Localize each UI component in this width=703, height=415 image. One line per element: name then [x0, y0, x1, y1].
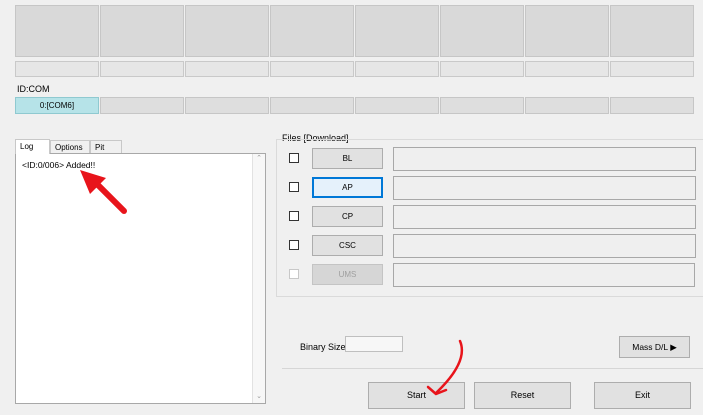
reset-button[interactable]: Reset [474, 382, 571, 409]
progress-bar-4 [270, 61, 354, 77]
log-scrollbar[interactable]: ⌃ ⌄ [252, 154, 265, 403]
progress-bar-5 [355, 61, 439, 77]
device-slot-3 [185, 5, 269, 57]
binary-size-label: Binary Size [300, 342, 346, 352]
cp-path-field[interactable] [393, 205, 696, 229]
csc-path-field[interactable] [393, 234, 696, 258]
log-text: <ID:0/006> Added!! [22, 160, 96, 170]
cp-button[interactable]: CP [312, 206, 383, 227]
ums-path-field[interactable] [393, 263, 695, 287]
log-panel: <ID:0/006> Added!! ⌃ ⌄ [15, 153, 266, 404]
cp-checkbox[interactable] [289, 211, 299, 221]
ums-button[interactable]: UMS [312, 264, 383, 285]
bl-button[interactable]: BL [312, 148, 383, 169]
device-slot-8 [610, 5, 694, 57]
scroll-down-icon[interactable]: ⌄ [253, 392, 265, 401]
csc-checkbox[interactable] [289, 240, 299, 250]
progress-bar-7 [525, 61, 609, 77]
exit-button[interactable]: Exit [594, 382, 691, 409]
progress-bar-3 [185, 61, 269, 77]
com-port-7 [525, 97, 609, 114]
bl-checkbox[interactable] [289, 153, 299, 163]
com-port-6 [440, 97, 524, 114]
tab-log[interactable]: Log [15, 139, 50, 154]
ums-checkbox[interactable] [289, 269, 299, 279]
device-slot-5 [355, 5, 439, 57]
bl-path-field[interactable] [393, 147, 696, 171]
mass-dl-button[interactable]: Mass D/L ▶ [619, 336, 690, 358]
com-port-4 [270, 97, 354, 114]
com-port-1: 0:[COM6] [15, 97, 99, 114]
binary-size-field [345, 336, 403, 352]
tab-pit[interactable]: Pit [90, 140, 122, 154]
com-port-8 [610, 97, 694, 114]
ap-button[interactable]: AP [312, 177, 383, 198]
device-slot-2 [100, 5, 184, 57]
progress-bar-6 [440, 61, 524, 77]
device-slot-6 [440, 5, 524, 57]
ap-path-field[interactable] [393, 176, 696, 200]
device-slot-7 [525, 5, 609, 57]
progress-bar-1 [15, 61, 99, 77]
ap-checkbox[interactable] [289, 182, 299, 192]
device-slot-4 [270, 5, 354, 57]
scroll-up-icon[interactable]: ⌃ [253, 154, 265, 163]
bottom-separator [282, 368, 703, 369]
progress-bar-2 [100, 61, 184, 77]
com-port-5 [355, 97, 439, 114]
progress-bar-8 [610, 61, 694, 77]
csc-button[interactable]: CSC [312, 235, 383, 256]
com-port-3 [185, 97, 269, 114]
id-com-label: ID:COM [17, 84, 50, 94]
com-port-2 [100, 97, 184, 114]
start-button[interactable]: Start [368, 382, 465, 409]
device-slot-1 [15, 5, 99, 57]
tab-options[interactable]: Options [50, 140, 90, 154]
